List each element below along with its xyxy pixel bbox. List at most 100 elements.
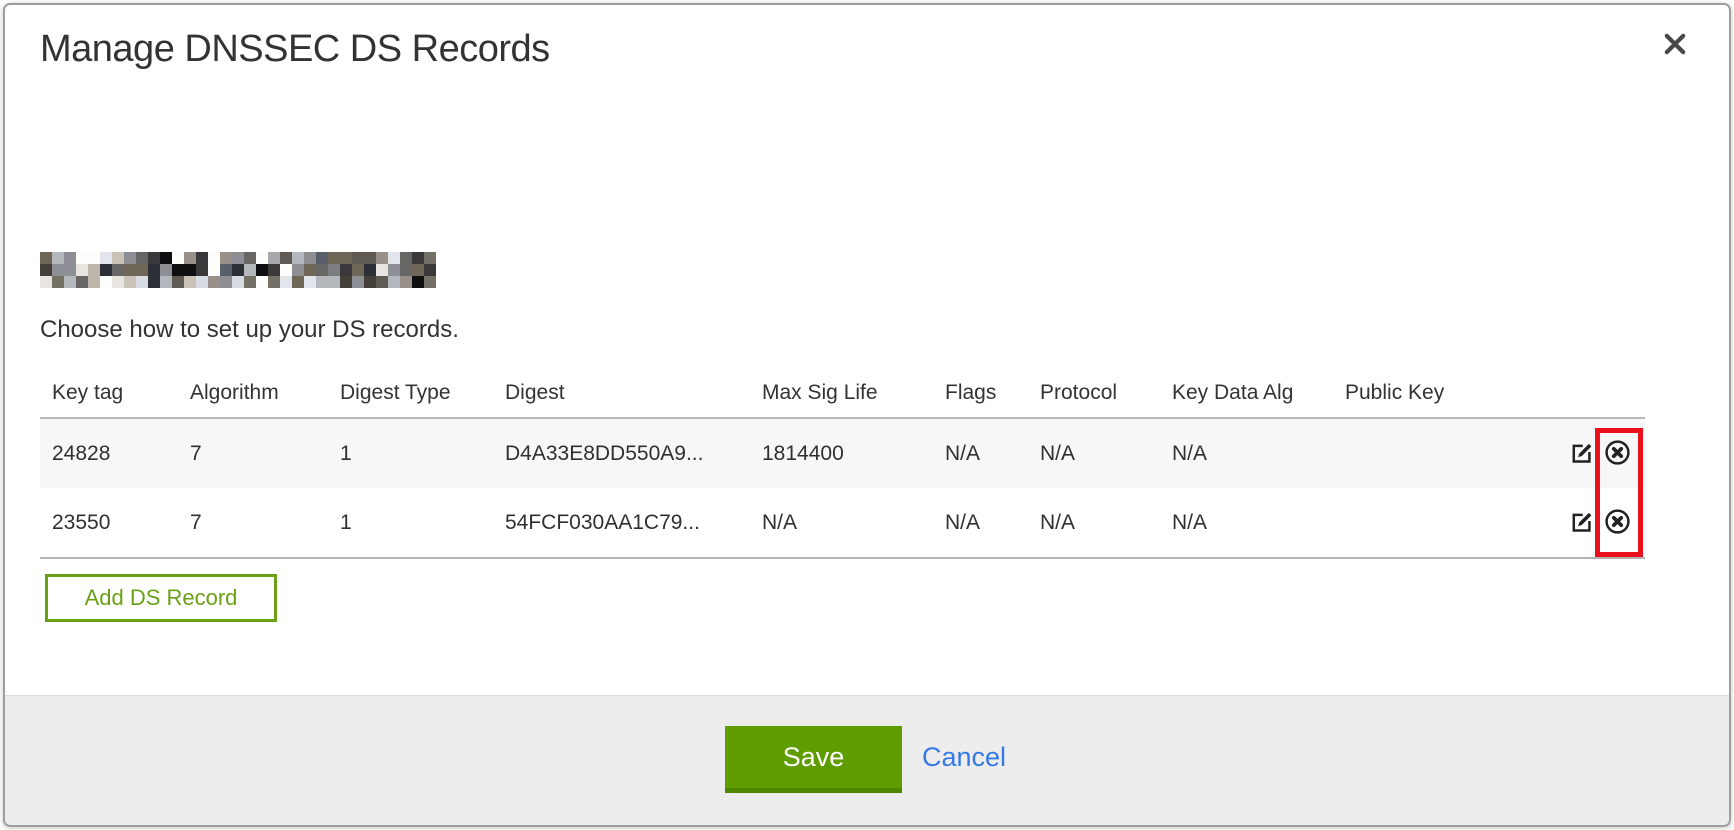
mosaic-pixel bbox=[40, 264, 52, 276]
mosaic-pixel bbox=[172, 264, 184, 276]
mosaic-pixel bbox=[256, 264, 268, 276]
col-header-digest: Digest bbox=[493, 368, 750, 418]
dialog-title: Manage DNSSEC DS Records bbox=[40, 28, 550, 71]
mosaic-pixel bbox=[340, 252, 352, 264]
mosaic-pixel bbox=[388, 252, 400, 264]
mosaic-pixel bbox=[64, 264, 76, 276]
cell-protocol: N/A bbox=[1028, 418, 1160, 488]
mosaic-pixel bbox=[232, 276, 244, 288]
mosaic-pixel bbox=[352, 264, 364, 276]
table-row: 24828 7 1 D4A33E8DD550A9... 1814400 N/A … bbox=[40, 418, 1645, 488]
col-header-public-key: Public Key bbox=[1333, 368, 1543, 418]
mosaic-pixel bbox=[292, 252, 304, 264]
mosaic-pixel bbox=[160, 252, 172, 264]
redacted-domain-name bbox=[40, 252, 436, 288]
mosaic-pixel bbox=[88, 252, 100, 264]
table-header-row: Key tag Algorithm Digest Type Digest Max… bbox=[40, 368, 1645, 418]
delete-record-button[interactable] bbox=[1604, 508, 1631, 538]
cell-key-data-alg: N/A bbox=[1160, 418, 1333, 488]
mosaic-pixel bbox=[280, 252, 292, 264]
mosaic-pixel bbox=[412, 264, 424, 276]
cell-actions bbox=[1543, 488, 1645, 558]
delete-record-button[interactable] bbox=[1604, 439, 1631, 469]
mosaic-pixel bbox=[412, 276, 424, 288]
mosaic-pixel bbox=[244, 264, 256, 276]
add-ds-record-button[interactable]: Add DS Record bbox=[45, 574, 277, 622]
mosaic-pixel bbox=[424, 276, 436, 288]
mosaic-pixel bbox=[52, 252, 64, 264]
mosaic-pixel bbox=[124, 252, 136, 264]
mosaic-pixel bbox=[136, 264, 148, 276]
mosaic-pixel bbox=[100, 276, 112, 288]
mosaic-pixel bbox=[364, 276, 376, 288]
mosaic-pixel bbox=[388, 276, 400, 288]
mosaic-pixel bbox=[304, 276, 316, 288]
close-button[interactable] bbox=[1656, 26, 1694, 64]
cell-max-sig-life: 1814400 bbox=[750, 418, 933, 488]
mosaic-pixel bbox=[316, 264, 328, 276]
mosaic-pixel bbox=[64, 252, 76, 264]
cell-digest-type: 1 bbox=[328, 488, 493, 558]
mosaic-pixel bbox=[208, 264, 220, 276]
mosaic-pixel bbox=[316, 252, 328, 264]
mosaic-pixel bbox=[184, 276, 196, 288]
mosaic-pixel bbox=[388, 264, 400, 276]
save-button[interactable]: Save bbox=[725, 726, 902, 793]
cell-actions bbox=[1543, 418, 1645, 488]
mosaic-pixel bbox=[280, 276, 292, 288]
mosaic-pixel bbox=[376, 252, 388, 264]
mosaic-pixel bbox=[268, 276, 280, 288]
mosaic-pixel bbox=[340, 276, 352, 288]
mosaic-pixel bbox=[304, 252, 316, 264]
mosaic-pixel bbox=[112, 264, 124, 276]
mosaic-pixel bbox=[340, 264, 352, 276]
mosaic-pixel bbox=[88, 264, 100, 276]
mosaic-pixel bbox=[220, 252, 232, 264]
mosaic-pixel bbox=[364, 264, 376, 276]
col-header-actions bbox=[1543, 368, 1645, 418]
mosaic-pixel bbox=[364, 252, 376, 264]
mosaic-pixel bbox=[256, 276, 268, 288]
mosaic-pixel bbox=[220, 276, 232, 288]
mosaic-pixel bbox=[196, 252, 208, 264]
cell-digest: 54FCF030AA1C79... bbox=[493, 488, 750, 558]
mosaic-pixel bbox=[112, 252, 124, 264]
col-header-algorithm: Algorithm bbox=[178, 368, 328, 418]
col-header-key-data-alg: Key Data Alg bbox=[1160, 368, 1333, 418]
mosaic-pixel bbox=[100, 264, 112, 276]
mosaic-pixel bbox=[376, 264, 388, 276]
mosaic-pixel bbox=[148, 252, 160, 264]
mosaic-pixel bbox=[64, 276, 76, 288]
mosaic-pixel bbox=[196, 264, 208, 276]
mosaic-pixel bbox=[232, 264, 244, 276]
col-header-max-sig-life: Max Sig Life bbox=[750, 368, 933, 418]
mosaic-pixel bbox=[124, 264, 136, 276]
edit-record-button[interactable] bbox=[1569, 440, 1594, 468]
cell-key-tag: 24828 bbox=[40, 418, 178, 488]
edit-icon bbox=[1569, 522, 1594, 537]
mosaic-pixel bbox=[292, 264, 304, 276]
mosaic-pixel bbox=[172, 252, 184, 264]
col-header-protocol: Protocol bbox=[1028, 368, 1160, 418]
cell-key-tag: 23550 bbox=[40, 488, 178, 558]
mosaic-pixel bbox=[328, 252, 340, 264]
mosaic-pixel bbox=[172, 276, 184, 288]
mosaic-pixel bbox=[352, 276, 364, 288]
cell-protocol: N/A bbox=[1028, 488, 1160, 558]
mosaic-pixel bbox=[400, 276, 412, 288]
mosaic-pixel bbox=[376, 276, 388, 288]
cell-max-sig-life: N/A bbox=[750, 488, 933, 558]
mosaic-pixel bbox=[40, 252, 52, 264]
mosaic-pixel bbox=[40, 276, 52, 288]
mosaic-pixel bbox=[268, 264, 280, 276]
cancel-link[interactable]: Cancel bbox=[922, 742, 1006, 773]
cell-algorithm: 7 bbox=[178, 488, 328, 558]
mosaic-pixel bbox=[136, 276, 148, 288]
mosaic-pixel bbox=[244, 252, 256, 264]
col-header-flags: Flags bbox=[933, 368, 1028, 418]
mosaic-pixel bbox=[136, 252, 148, 264]
cell-algorithm: 7 bbox=[178, 418, 328, 488]
mosaic-pixel bbox=[424, 264, 436, 276]
edit-record-button[interactable] bbox=[1569, 509, 1594, 537]
mosaic-pixel bbox=[256, 252, 268, 264]
